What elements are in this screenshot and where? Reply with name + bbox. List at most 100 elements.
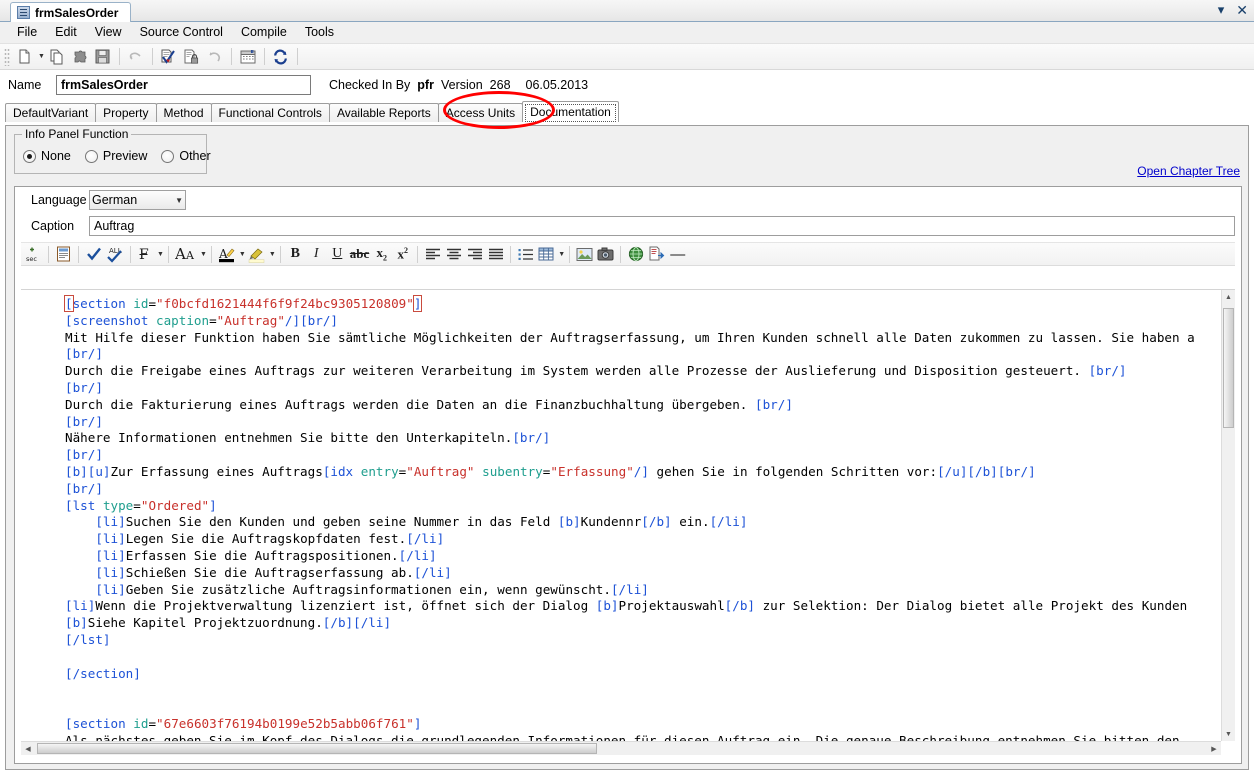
- toolbar-separator: [569, 245, 571, 263]
- highlight-color-button[interactable]: [246, 243, 268, 265]
- font-size-dropdown-caret[interactable]: ▼: [200, 251, 207, 258]
- undo-checkout-button[interactable]: [204, 46, 226, 68]
- menu-bar: File Edit View Source Control Compile To…: [0, 22, 1254, 44]
- history-button[interactable]: [237, 46, 259, 68]
- tab-available-reports[interactable]: Available Reports: [328, 103, 439, 122]
- vertical-scrollbar[interactable]: ▲ ▼: [1221, 290, 1235, 741]
- insert-page-button[interactable]: [53, 243, 74, 265]
- subscript-button[interactable]: x2: [371, 243, 392, 265]
- plugin-button[interactable]: [69, 46, 91, 68]
- font-color-button[interactable]: A: [216, 243, 238, 265]
- tab-property[interactable]: Property: [95, 103, 157, 122]
- horizontal-scrollbar[interactable]: ◀ ▶: [21, 741, 1221, 755]
- radio-dot-icon: [161, 149, 175, 163]
- menu-item-file[interactable]: File: [8, 22, 46, 43]
- code-line: [br/]: [65, 413, 103, 429]
- insert-image-button[interactable]: [574, 243, 595, 265]
- caption-label: Caption: [31, 219, 75, 233]
- font-size-button[interactable]: A A: [173, 243, 199, 265]
- radio-other[interactable]: Other: [161, 149, 211, 163]
- font-button[interactable]: F: [135, 243, 156, 265]
- checked-in-by-user: pfr: [417, 78, 434, 92]
- language-select[interactable]: German ▼: [89, 190, 186, 210]
- code-line: Durch die Freigabe eines Auftrags zur we…: [65, 363, 1127, 379]
- scroll-left-arrow-icon[interactable]: ◀: [21, 742, 35, 755]
- radio-dot-icon: [84, 149, 98, 163]
- revert-arrow-icon: [209, 51, 221, 61]
- menu-item-tools[interactable]: Tools: [296, 22, 343, 43]
- vertical-scroll-thumb[interactable]: [1223, 308, 1234, 428]
- table-button[interactable]: [536, 243, 557, 265]
- refresh-button[interactable]: [270, 46, 292, 68]
- bullet-list-button[interactable]: [515, 243, 536, 265]
- tab-access-units[interactable]: Access Units: [437, 103, 524, 122]
- copy-icon: [50, 49, 63, 64]
- check-out-button[interactable]: [181, 46, 203, 68]
- undo-button[interactable]: [125, 46, 147, 68]
- menu-item-edit[interactable]: Edit: [46, 22, 86, 43]
- align-center-button[interactable]: [443, 243, 464, 265]
- menu-item-compile[interactable]: Compile: [232, 22, 296, 43]
- picture-icon: [576, 247, 593, 261]
- tab-functional-controls[interactable]: Functional Controls: [210, 103, 330, 122]
- radio-none[interactable]: None: [23, 149, 71, 163]
- chevron-down-icon[interactable]: ▾: [1218, 1, 1225, 19]
- new-document-button[interactable]: [14, 46, 36, 68]
- align-right-button[interactable]: [464, 243, 485, 265]
- name-input[interactable]: [56, 75, 311, 95]
- copy-button[interactable]: [46, 46, 68, 68]
- code-line: [b][u]Zur Erfassung eines Auftrags[idx e…: [65, 463, 1036, 479]
- underline-icon: U: [332, 246, 343, 261]
- scroll-right-arrow-icon[interactable]: ▶: [1207, 742, 1221, 755]
- highlight-dropdown-caret[interactable]: ▼: [269, 251, 276, 258]
- code-line: [li]Suchen Sie den Kunden und geben sein…: [95, 514, 748, 530]
- hyperlink-button[interactable]: [625, 243, 646, 265]
- bold-button[interactable]: B: [285, 243, 306, 265]
- lock-document-icon: [184, 49, 199, 64]
- tab-method[interactable]: Method: [155, 103, 212, 122]
- documentation-pane: Info Panel Function None Preview Other O…: [5, 125, 1249, 770]
- superscript-icon: x2: [397, 245, 409, 262]
- strikethrough-button[interactable]: abc: [348, 243, 372, 265]
- align-left-button[interactable]: [422, 243, 443, 265]
- close-icon[interactable]: ✕: [1236, 1, 1248, 19]
- font-size-aa-icon: A A: [175, 246, 195, 262]
- menu-item-source-control[interactable]: Source Control: [131, 22, 232, 43]
- align-justify-button[interactable]: [485, 243, 506, 265]
- radio-other-label: Other: [179, 149, 211, 163]
- spellcheck-button[interactable]: [83, 243, 104, 265]
- rich-text-toolbar: sec ALL F ▼ A A ▼ A ▼ ▼ B I U abc x2 x2 …: [21, 242, 1235, 266]
- toolbar-separator: [78, 245, 79, 263]
- toolbar-grip[interactable]: [4, 47, 10, 66]
- documentation-source-text[interactable]: [section id="f0bcfd1621444f6f9f24bc93051…: [21, 290, 1221, 741]
- caption-input[interactable]: [89, 216, 1235, 236]
- save-button[interactable]: [92, 46, 114, 68]
- scroll-up-arrow-icon[interactable]: ▲: [1222, 290, 1235, 304]
- radio-preview[interactable]: Preview: [84, 149, 147, 163]
- tab-documentation[interactable]: Documentation: [522, 101, 619, 122]
- export-button[interactable]: [646, 243, 667, 265]
- horizontal-rule-button[interactable]: —: [667, 243, 688, 265]
- table-dropdown-caret[interactable]: ▼: [558, 251, 565, 258]
- document-tab-frmsalesorder[interactable]: frmSalesOrder: [10, 2, 132, 22]
- menu-item-view[interactable]: View: [86, 22, 131, 43]
- code-line: [li]Geben Sie zusätzliche Auftragsinform…: [95, 581, 649, 597]
- language-select-value: German: [92, 193, 138, 207]
- spellcheck-all-button[interactable]: ALL: [104, 243, 126, 265]
- align-right-icon: [467, 248, 482, 259]
- new-document-dropdown-caret[interactable]: ▼: [38, 53, 45, 60]
- screenshot-button[interactable]: [595, 243, 616, 265]
- tab-default-variant[interactable]: DefaultVariant: [5, 103, 97, 122]
- italic-button[interactable]: I: [306, 243, 327, 265]
- insert-section-button[interactable]: sec: [23, 243, 44, 265]
- open-chapter-tree-link[interactable]: Open Chapter Tree: [1137, 164, 1240, 178]
- toolbar-separator: [210, 245, 212, 263]
- horizontal-scroll-thumb[interactable]: [37, 743, 597, 754]
- font-color-dropdown-caret[interactable]: ▼: [239, 251, 246, 258]
- scroll-down-arrow-icon[interactable]: ▼: [1222, 727, 1235, 741]
- underline-button[interactable]: U: [327, 243, 348, 265]
- check-in-button[interactable]: [158, 46, 180, 68]
- font-dropdown-caret[interactable]: ▼: [157, 251, 164, 258]
- superscript-button[interactable]: x2: [392, 243, 413, 265]
